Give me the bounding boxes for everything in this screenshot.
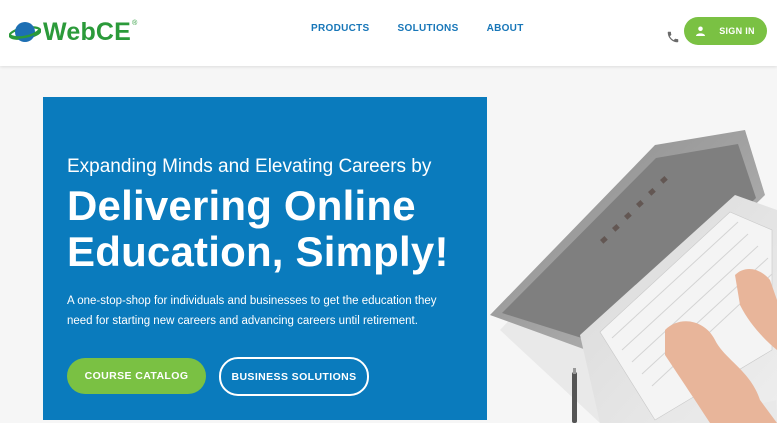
business-solutions-button[interactable]: BUSINESS SOLUTIONS (219, 357, 369, 396)
hero-pretitle: Expanding Minds and Elevating Careers by (67, 156, 432, 177)
site-header: WebCE ® PRODUCTS SOLUTIONS ABOUT SIGN IN (0, 0, 777, 66)
logo[interactable]: WebCE ® (9, 17, 137, 47)
phone-icon[interactable] (666, 30, 680, 44)
hero-card: Expanding Minds and Elevating Careers by… (43, 97, 487, 420)
page: WebCE ® PRODUCTS SOLUTIONS ABOUT SIGN IN (0, 0, 777, 423)
user-icon (696, 26, 706, 36)
hero-title: Delivering Online Education, Simply! (67, 182, 449, 275)
nav-solutions[interactable]: SOLUTIONS (398, 22, 459, 36)
sign-in-label: SIGN IN (719, 26, 755, 36)
globe-icon (9, 22, 41, 42)
nav-about[interactable]: ABOUT (487, 22, 524, 36)
sign-in-button[interactable]: SIGN IN (684, 17, 767, 45)
hero-description: A one-stop-shop for individuals and busi… (67, 295, 437, 327)
main-nav: PRODUCTS SOLUTIONS ABOUT (311, 22, 552, 36)
laptop-typing-photo (480, 100, 777, 423)
registered-mark: ® (132, 20, 138, 27)
course-catalog-button[interactable]: COURSE CATALOG (67, 358, 206, 394)
nav-products[interactable]: PRODUCTS (311, 22, 370, 36)
logo-text: WebCE (43, 18, 132, 46)
